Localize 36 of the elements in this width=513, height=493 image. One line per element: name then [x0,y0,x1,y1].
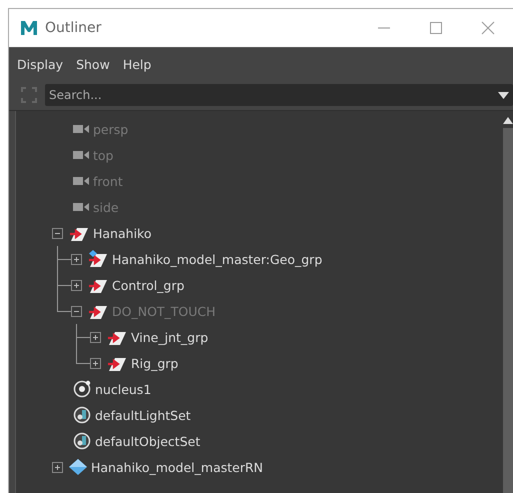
dropdown-icon[interactable] [498,92,509,99]
scrollbar-thumb[interactable] [502,128,512,493]
outliner-item[interactable]: Vine_jnt_grp [131,330,208,344]
expand-icon[interactable] [90,332,101,342]
set-icon [73,432,91,450]
camera-icon [73,150,89,160]
outliner-item[interactable]: defaultObjectSet [95,434,200,448]
expand-icon[interactable] [90,358,101,368]
camera-icon [73,124,89,134]
menu-item[interactable]: Show [76,56,110,72]
outliner-item[interactable]: defaultLightSet [95,408,191,422]
outliner-item[interactable]: Hanahiko [93,226,152,240]
search-field[interactable]: Search... [45,84,513,106]
outliner-item[interactable]: Hanahiko_model_masterRN [91,460,264,474]
collapse-icon[interactable] [52,228,63,238]
maximize-icon[interactable] [429,21,443,35]
outliner-item[interactable]: Control_grp [112,278,184,292]
referenced-transform-icon [88,250,108,268]
outliner-item[interactable]: Rig_grp [131,356,178,370]
m-logo-icon [19,18,39,38]
expand-icon[interactable] [71,280,82,290]
camera-icon [73,176,89,186]
outliner-item[interactable]: nucleus1 [95,382,152,396]
camera-icon [73,202,89,212]
scroll-up-icon[interactable] [502,117,512,124]
window-title: Outliner [45,20,102,36]
collapse-icon[interactable] [71,306,82,316]
nucleus-icon [73,380,91,398]
reference-icon [69,459,87,475]
expand-icon[interactable] [71,254,82,264]
outliner-item[interactable]: Hanahiko_model_master:Geo_grp [112,252,322,266]
expand-icon[interactable] [52,462,63,472]
menu-item[interactable]: Display [17,56,64,72]
menu-item[interactable]: Help [122,56,152,72]
close-icon[interactable] [481,21,495,35]
set-icon [73,406,91,424]
